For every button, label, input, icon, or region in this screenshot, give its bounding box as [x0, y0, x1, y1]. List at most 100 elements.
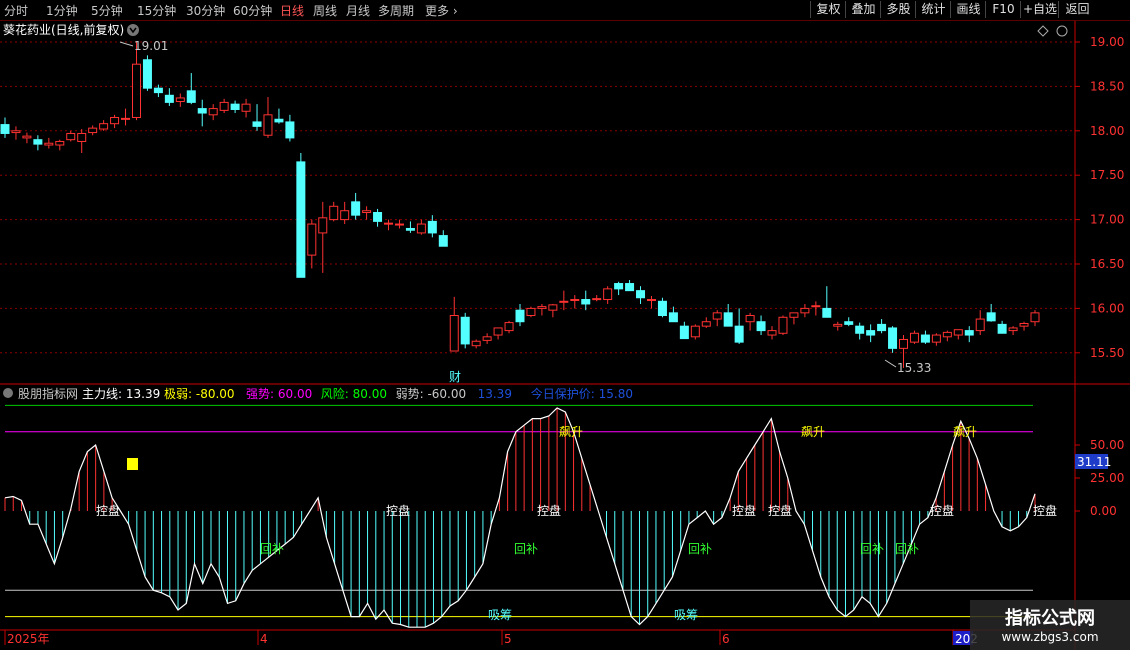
candle [920, 330, 930, 344]
candle [351, 192, 361, 220]
period-tab-0[interactable]: 分时 [4, 2, 28, 19]
candle-body [0, 124, 10, 134]
candle-body [877, 323, 887, 332]
candle-body [745, 315, 755, 323]
candle-body [263, 114, 273, 136]
candle [789, 312, 799, 325]
candle-body [756, 321, 766, 332]
candle-body [296, 161, 306, 278]
indicator-name: 股朋指标网 [18, 386, 78, 401]
candle-body [482, 336, 492, 341]
candle [88, 125, 98, 136]
indicator-dropdown-icon[interactable] [3, 388, 13, 398]
high-marker-line [119, 41, 134, 47]
candle-body [679, 325, 689, 340]
candle [844, 317, 854, 327]
time-tick-label: 5 [504, 632, 512, 646]
candle [274, 108, 284, 124]
candle [22, 132, 32, 144]
legend-item-3: 风险: 80.00 [321, 386, 387, 401]
candle [416, 219, 426, 235]
time-tick-label: 2025年 [7, 632, 50, 646]
candle [975, 310, 985, 336]
candle-body [121, 117, 131, 120]
candle-body [701, 321, 711, 327]
candle-body [800, 307, 810, 314]
candle-body [866, 330, 876, 336]
candle [405, 221, 415, 233]
period-tab-9[interactable]: 多周期 [378, 2, 414, 19]
price-tick-label: 15.50 [1090, 346, 1124, 360]
candle [493, 327, 503, 340]
price-tick-label: 16.50 [1090, 257, 1124, 271]
signal-marker [127, 458, 138, 470]
candle-body [351, 201, 361, 216]
candle-body [1030, 312, 1040, 323]
candle [285, 114, 295, 142]
time-tick-label: 4 [260, 632, 268, 646]
period-tab-4[interactable]: 30分钟 [186, 2, 225, 19]
candle-body [219, 101, 229, 111]
candle [822, 286, 832, 318]
candle [997, 320, 1007, 334]
toolbar-button-6[interactable]: +自选 [1020, 1, 1059, 18]
toolbar-button-7[interactable]: 返回 [1058, 1, 1096, 18]
period-tab-10[interactable]: 更多 › [425, 2, 458, 19]
diamond-icon[interactable] [1037, 25, 1049, 37]
high-marker: 19.01 [134, 39, 168, 53]
period-tab-3[interactable]: 15分钟 [137, 2, 176, 19]
candle [121, 108, 131, 126]
candle [1008, 326, 1018, 336]
period-tab-8[interactable]: 月线 [346, 2, 370, 19]
toolbar-button-4[interactable]: 画线 [950, 1, 986, 18]
candle [208, 104, 218, 121]
legend-item-1: 极弱: -80.00 [164, 387, 235, 401]
period-tab-7[interactable]: 周线 [313, 2, 337, 19]
toolbar-button-5[interactable]: F10 [985, 1, 1021, 18]
toolbar-button-2[interactable]: 多股 [880, 1, 916, 18]
indicator-axis: 50.00 25.00 0.00 [1075, 438, 1124, 518]
period-tab-1[interactable]: 1分钟 [46, 2, 78, 19]
stock-title: 葵花药业(日线,前复权) [3, 22, 124, 37]
candle [570, 295, 580, 309]
candle-body [230, 103, 240, 110]
candle [362, 206, 372, 220]
toolbar-button-0[interactable]: 复权 [810, 1, 846, 18]
candle [384, 219, 394, 231]
candle [767, 326, 777, 340]
low-marker-line [884, 359, 897, 368]
candle-body [460, 316, 470, 345]
candle-body [909, 332, 919, 343]
candle-body [657, 300, 667, 317]
candle [340, 201, 350, 225]
top-toolbar: 分时 1分钟 5分钟 15分钟 30分钟 60分钟 日线 周线 月线 多周期 更多 › 复权 叠加 多股统… [0, 0, 1130, 21]
candle-body [668, 312, 678, 323]
toolbar-button-3[interactable]: 统计 [915, 1, 951, 18]
price-tick-label: 17.50 [1090, 168, 1124, 182]
candle [734, 308, 744, 344]
toolbar-button-1[interactable]: 叠加 [845, 1, 881, 18]
candle-body [384, 222, 394, 225]
candle-body [88, 127, 98, 134]
candle [252, 104, 262, 131]
period-tab-2[interactable]: 5分钟 [91, 2, 123, 19]
candle [318, 201, 328, 273]
candle [33, 135, 43, 151]
event-marker[interactable]: 财 [449, 370, 461, 384]
candle-body [931, 334, 941, 343]
title-dropdown-icon[interactable] [127, 24, 139, 36]
candle-body [142, 59, 152, 89]
indicator-legend: 主力线: 13.39 极弱: -80.00 强势: 60.00 风险: 80.00 弱势… [82, 386, 633, 401]
period-tab-5[interactable]: 60分钟 [233, 2, 272, 19]
signal-label-absorb: 吸筹 [674, 608, 698, 622]
candle-body [66, 132, 76, 141]
candle [471, 339, 481, 349]
circle-icon[interactable] [1056, 25, 1068, 37]
candle [756, 315, 766, 336]
period-tab-6[interactable]: 日线 [280, 2, 304, 19]
legend-item-4: 弱势: -60.00 [396, 387, 467, 401]
candle-body [712, 312, 722, 320]
candle-body [789, 312, 799, 318]
candle-body [822, 307, 832, 318]
candle-body [603, 288, 613, 301]
